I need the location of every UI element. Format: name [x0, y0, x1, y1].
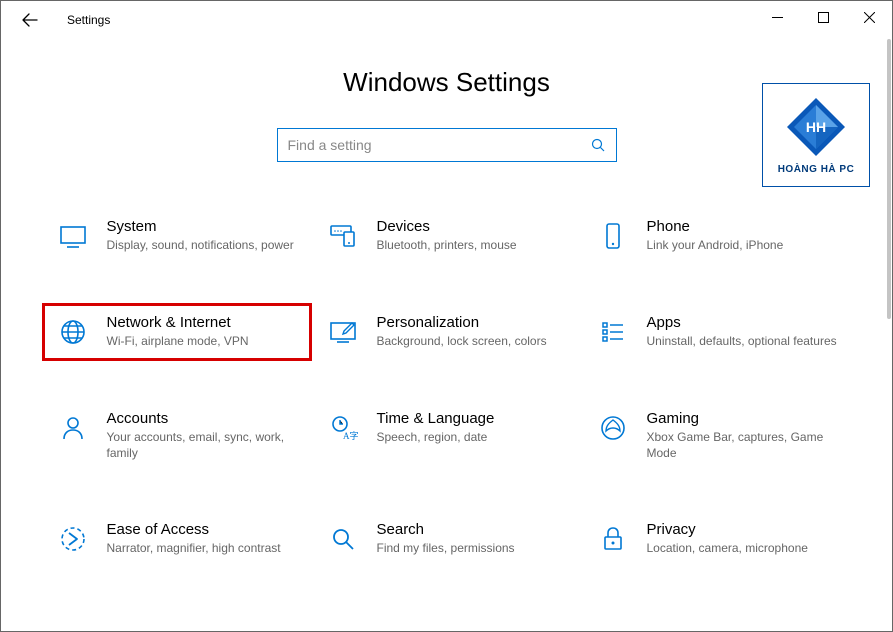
search-tile-icon [325, 521, 361, 557]
back-button[interactable] [13, 3, 47, 37]
tile-title: Devices [377, 218, 569, 235]
tile-desc: Bluetooth, printers, mouse [377, 237, 569, 253]
tile-title: Privacy [647, 521, 839, 538]
svg-text:HH: HH [806, 119, 826, 135]
tile-desc: Speech, region, date [377, 429, 569, 445]
tile-title: Accounts [107, 410, 299, 427]
tile-time-language[interactable]: A字 Time & Language Speech, region, date [317, 404, 577, 467]
personalization-icon [325, 314, 361, 350]
tile-desc: Wi-Fi, airplane mode, VPN [107, 333, 299, 349]
brand-logo: HH HOÀNG HÀ PC [762, 83, 870, 187]
tile-title: Gaming [647, 410, 839, 427]
tile-devices[interactable]: Devices Bluetooth, printers, mouse [317, 212, 577, 260]
search-container [1, 128, 892, 162]
tile-title: Network & Internet [107, 314, 299, 331]
close-button[interactable] [846, 1, 892, 33]
privacy-icon [595, 521, 631, 557]
tile-personalization[interactable]: Personalization Background, lock screen,… [317, 308, 577, 356]
search-icon [591, 138, 606, 153]
tile-system[interactable]: System Display, sound, notifications, po… [47, 212, 307, 260]
window-title: Settings [67, 13, 110, 27]
tile-desc: Display, sound, notifications, power [107, 237, 299, 253]
maximize-button[interactable] [800, 1, 846, 33]
tile-desc: Uninstall, defaults, optional features [647, 333, 839, 349]
brand-diamond-icon: HH [785, 96, 847, 158]
tile-title: Phone [647, 218, 839, 235]
tile-gaming[interactable]: Gaming Xbox Game Bar, captures, Game Mod… [587, 404, 847, 467]
scrollbar-thumb[interactable] [887, 39, 891, 319]
tile-search[interactable]: Search Find my files, permissions [317, 515, 577, 563]
tile-accounts[interactable]: Accounts Your accounts, email, sync, wor… [47, 404, 307, 467]
svg-text:A字: A字 [343, 430, 358, 441]
search-box[interactable] [277, 128, 617, 162]
minimize-button[interactable] [754, 1, 800, 33]
network-icon [55, 314, 91, 350]
accounts-icon [55, 410, 91, 446]
system-icon [55, 218, 91, 254]
back-arrow-icon [21, 11, 39, 29]
tile-privacy[interactable]: Privacy Location, camera, microphone [587, 515, 847, 563]
brand-caption: HOÀNG HÀ PC [778, 164, 855, 175]
tile-phone[interactable]: Phone Link your Android, iPhone [587, 212, 847, 260]
tile-desc: Background, lock screen, colors [377, 333, 569, 349]
tile-title: Apps [647, 314, 839, 331]
phone-icon [595, 218, 631, 254]
page-title: Windows Settings [1, 67, 892, 98]
ease-of-access-icon [55, 521, 91, 557]
close-icon [864, 12, 875, 23]
gaming-icon [595, 410, 631, 446]
tile-desc: Your accounts, email, sync, work, family [107, 429, 299, 461]
maximize-icon [818, 12, 829, 23]
tile-title: Personalization [377, 314, 569, 331]
settings-grid: System Display, sound, notifications, po… [1, 212, 892, 563]
tile-title: System [107, 218, 299, 235]
window-controls [754, 1, 892, 33]
tile-network[interactable]: Network & Internet Wi-Fi, airplane mode,… [47, 308, 307, 356]
minimize-icon [772, 12, 783, 23]
tile-desc: Location, camera, microphone [647, 540, 839, 556]
devices-icon [325, 218, 361, 254]
tile-ease-of-access[interactable]: Ease of Access Narrator, magnifier, high… [47, 515, 307, 563]
time-language-icon: A字 [325, 410, 361, 446]
tile-title: Time & Language [377, 410, 569, 427]
title-bar: Settings [1, 1, 892, 39]
tile-desc: Find my files, permissions [377, 540, 569, 556]
tile-desc: Xbox Game Bar, captures, Game Mode [647, 429, 839, 461]
search-input[interactable] [288, 137, 591, 153]
scrollbar[interactable] [883, 39, 891, 630]
tile-title: Search [377, 521, 569, 538]
tile-title: Ease of Access [107, 521, 299, 538]
tile-desc: Link your Android, iPhone [647, 237, 839, 253]
content-area: HH HOÀNG HÀ PC Windows Settings System D… [1, 39, 892, 631]
tile-apps[interactable]: Apps Uninstall, defaults, optional featu… [587, 308, 847, 356]
tile-desc: Narrator, magnifier, high contrast [107, 540, 299, 556]
apps-icon [595, 314, 631, 350]
